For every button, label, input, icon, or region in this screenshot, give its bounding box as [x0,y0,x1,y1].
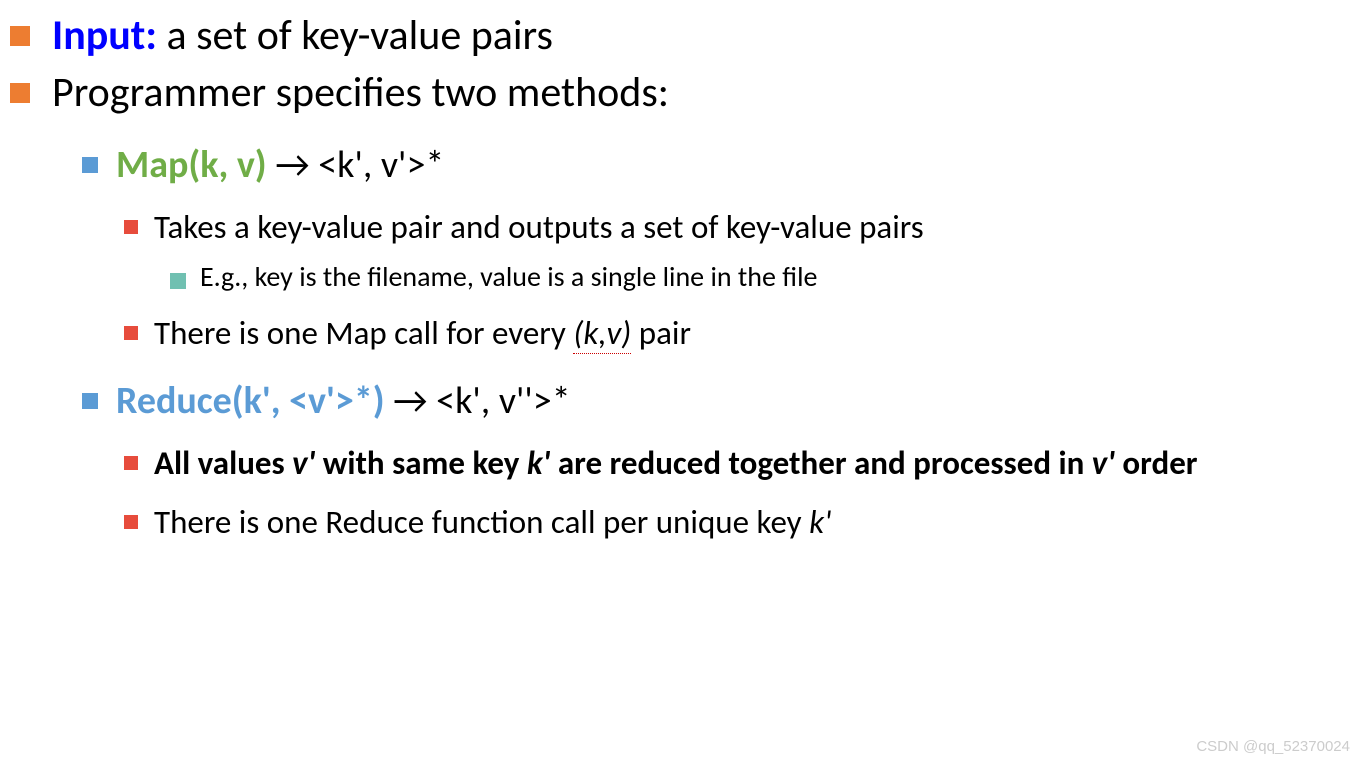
reduce-line: Reduce(k', <v'>*) → <k', v''>* [116,377,1344,426]
reduce-desc1-v1: v' [292,443,315,483]
bullet-reduce-desc2: There is one Reduce function call per un… [10,501,1344,544]
reduce-desc1: All values v' with same key k' are reduc… [154,442,1344,485]
reduce-desc1-v2: v' [1092,443,1115,483]
map-desc2-pre: There is one Map call for every [154,313,573,353]
reduce-desc2-k: k' [809,502,831,542]
square-bullet-icon [10,26,30,46]
square-bullet-icon [10,83,30,103]
reduce-desc2-pre: There is one Reduce function call per un… [154,502,809,542]
reduce-func: Reduce(k', <v'>*) [116,378,385,424]
bullet-map-example: E.g., key is the filename, value is a si… [10,259,1344,295]
map-desc2-kv: (k,v) [573,313,631,354]
map-arrow: → <k', v'>* [267,142,445,188]
square-bullet-icon [124,456,138,470]
watermark: CSDN @qq_52370024 [1196,738,1350,755]
map-desc2: There is one Map call for every (k,v) pa… [154,312,1344,355]
square-bullet-icon [124,220,138,234]
bullet-input: Input: a set of key-value pairs [10,10,1344,63]
reduce-desc1-p2: with same key [315,443,526,483]
programmer-line: Programmer specifies two methods: [52,67,1344,120]
input-label: Input: [52,10,157,61]
map-desc2-post: pair [631,313,691,353]
reduce-desc1-k: k' [527,443,551,483]
bullet-map-desc2: There is one Map call for every (k,v) pa… [10,312,1344,355]
bullet-programmer: Programmer specifies two methods: [10,67,1344,120]
square-bullet-icon [124,326,138,340]
square-bullet-icon [82,157,98,173]
reduce-desc1-p3: are reduced together and processed in [550,443,1091,483]
bullet-reduce: Reduce(k', <v'>*) → <k', v''>* [10,377,1344,426]
bullet-map-desc1: Takes a key-value pair and outputs a set… [10,206,1344,249]
map-desc1: Takes a key-value pair and outputs a set… [154,206,1344,249]
map-line: Map(k, v) → <k', v'>* [116,141,1344,190]
square-bullet-icon [170,273,186,289]
reduce-arrow: → <k', v''>* [385,378,571,424]
reduce-desc1-p1: All values [154,443,292,483]
bullet-map: Map(k, v) → <k', v'>* [10,141,1344,190]
map-func: Map(k, v) [116,142,267,188]
square-bullet-icon [82,393,98,409]
bullet-reduce-desc1: All values v' with same key k' are reduc… [10,442,1344,485]
input-line: Input: a set of key-value pairs [52,10,1344,63]
square-bullet-icon [124,515,138,529]
reduce-desc1-p4: order [1115,443,1198,483]
reduce-desc2: There is one Reduce function call per un… [154,501,1344,544]
map-example: E.g., key is the filename, value is a si… [200,259,1344,295]
input-rest: a set of key-value pairs [157,10,553,61]
